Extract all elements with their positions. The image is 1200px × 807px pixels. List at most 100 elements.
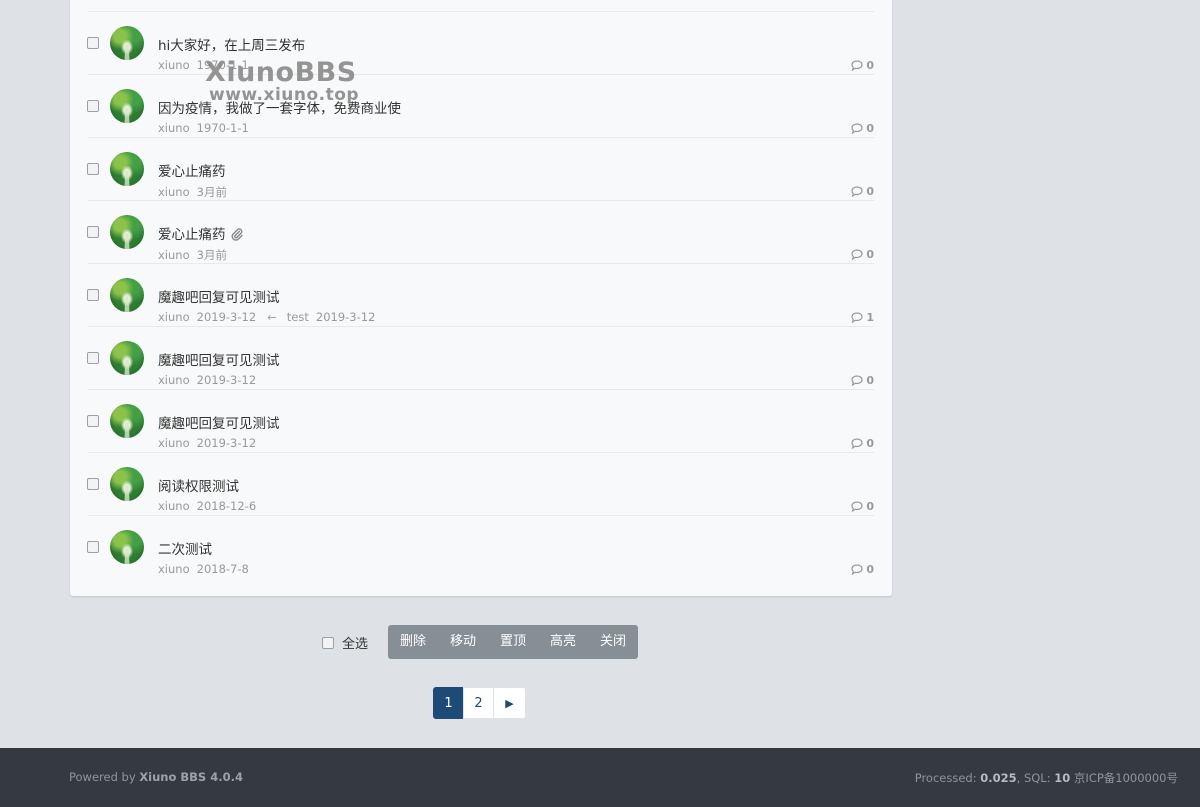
icp-link[interactable]: 京ICP备1000000号 [1070,771,1178,785]
thread-meta: xiuno 2019-3-12 [158,436,263,450]
avatar[interactable] [110,26,144,60]
reply-count-value: 0 [866,185,874,198]
thread-title[interactable]: 阅读权限测试 [158,479,239,495]
thread-subject[interactable]: 二次测试 [158,538,212,558]
thread-row[interactable]: 因为疫情，我做了一套字体，免费商业使 xiuno 1970-1-1 0 [70,75,892,138]
reply-count: 0 [851,374,874,387]
thread-title[interactable]: hi大家好，在上周三发布 [158,38,305,54]
avatar[interactable] [110,89,144,123]
thread-author[interactable]: xiuno [158,121,190,135]
thread-author[interactable]: xiuno [158,58,190,72]
select-all[interactable]: 全选 [322,633,368,652]
reply-count-value: 0 [866,563,874,576]
thread-subject[interactable]: 爱心止痛药 [158,223,243,245]
thread-date: 2018-7-8 [196,562,249,576]
thread-checkbox[interactable] [87,289,99,301]
page-2-button[interactable]: 2 [463,687,494,719]
reply-count-value: 0 [866,374,874,387]
thread-checkbox[interactable] [87,478,99,490]
thread-checkbox[interactable] [87,163,99,175]
thread-checkbox[interactable] [87,100,99,112]
reply-count-value: 0 [866,248,874,261]
thread-row[interactable]: 魔趣吧回复可见测试 xiuno 2019-3-12 0 [70,390,892,453]
next-arrow-icon: ▶ [505,696,514,710]
thread-date: 2019-3-12 [196,373,257,387]
thread-subject[interactable]: 因为疫情，我做了一套字体，免费商业使 [158,97,401,117]
comment-icon [851,375,863,386]
thread-list-card: hi大家好，在上周三发布 xiuno 1970-1-1 0 因为疫情，我做了一套字体，免… [70,0,892,596]
thread-row[interactable]: 魔趣吧回复可见测试 xiuno 2019-3-12 0 [70,327,892,390]
thread-checkbox[interactable] [87,37,99,49]
pin-button[interactable]: 置顶 [488,625,538,659]
reply-count: 0 [851,437,874,450]
thread-subject[interactable]: 爱心止痛药 [158,160,226,180]
thread-meta: xiuno 2018-7-8 [158,562,256,576]
thread-meta: xiuno 3月前 [158,247,234,263]
reply-count-value: 0 [866,437,874,450]
thread-title[interactable]: 二次测试 [158,542,212,558]
thread-author[interactable]: xiuno [158,185,190,199]
avatar[interactable] [110,215,144,249]
move-button[interactable]: 移动 [438,625,488,659]
reply-count-value: 1 [866,311,874,324]
thread-date: 1970-1-1 [196,121,249,135]
thread-author[interactable]: xiuno [158,499,190,513]
processed-time: 0.025 [980,771,1017,785]
close-button[interactable]: 关闭 [588,625,638,659]
thread-title[interactable]: 因为疫情，我做了一套字体，免费商业使 [158,101,401,117]
thread-row[interactable]: 爱心止痛药 xiuno 3月前 0 [70,138,892,201]
thread-subject[interactable]: hi大家好，在上周三发布 [158,34,305,54]
avatar[interactable] [110,278,144,312]
thread-row[interactable]: 爱心止痛药 xiuno 3月前 0 [70,201,892,264]
thread-checkbox[interactable] [87,415,99,427]
reply-count: 1 [851,311,874,324]
thread-title[interactable]: 魔趣吧回复可见测试 [158,290,280,306]
thread-row[interactable]: 魔趣吧回复可见测试 xiuno 2019-3-12 ← test 2019-3-12 1 [70,264,892,327]
thread-checkbox[interactable] [87,226,99,238]
avatar[interactable] [110,530,144,564]
last-reply-user[interactable]: test [287,310,309,324]
thread-subject[interactable]: 阅读权限测试 [158,475,239,495]
thread-author[interactable]: xiuno [158,248,190,262]
pagination: 1 2 ▶ [433,687,526,719]
thread-checkbox[interactable] [87,541,99,553]
thread-row[interactable]: 阅读权限测试 xiuno 2018-12-6 0 [70,453,892,516]
thread-author[interactable]: xiuno [158,436,190,450]
avatar[interactable] [110,341,144,375]
footer-powered-link[interactable]: Xiuno BBS 4.0.4 [139,770,243,784]
reply-count: 0 [851,563,874,576]
comment-icon [851,312,863,323]
thread-meta: xiuno 2019-3-12 ← test 2019-3-12 [158,310,382,324]
thread-subject[interactable]: 魔趣吧回复可见测试 [158,349,280,369]
next-page-button[interactable]: ▶ [493,687,526,719]
comment-icon [851,438,863,449]
thread-date: 1970-1-1 [196,58,249,72]
avatar[interactable] [110,152,144,186]
reply-count-value: 0 [866,500,874,513]
page-1-button[interactable]: 1 [433,687,464,719]
thread-title[interactable]: 魔趣吧回复可见测试 [158,416,280,432]
thread-author[interactable]: xiuno [158,310,190,324]
footer-powered: Powered by Xiuno BBS 4.0.4 [69,770,243,784]
thread-row[interactable]: 二次测试 xiuno 2018-7-8 0 [70,516,892,579]
thread-author[interactable]: xiuno [158,373,190,387]
select-all-label: 全选 [342,637,369,652]
thread-checkbox[interactable] [87,352,99,364]
thread-subject[interactable]: 魔趣吧回复可见测试 [158,412,280,432]
avatar[interactable] [110,467,144,501]
avatar[interactable] [110,404,144,438]
thread-title[interactable]: 爱心止痛药 [158,164,226,180]
highlight-button[interactable]: 高亮 [538,625,588,659]
thread-title[interactable]: 魔趣吧回复可见测试 [158,353,280,369]
thread-title[interactable]: 爱心止痛药 [158,227,226,243]
thread-date: 3月前 [196,185,227,199]
last-reply-arrow-icon: ← [267,310,277,324]
thread-date: 3月前 [196,248,227,262]
thread-author[interactable]: xiuno [158,562,190,576]
select-all-checkbox[interactable] [322,636,334,649]
comment-icon [851,501,863,512]
delete-button[interactable]: 删除 [388,625,438,659]
thread-row[interactable]: hi大家好，在上周三发布 xiuno 1970-1-1 0 [70,12,892,75]
thread-subject[interactable]: 魔趣吧回复可见测试 [158,286,280,306]
reply-count: 0 [851,248,874,261]
